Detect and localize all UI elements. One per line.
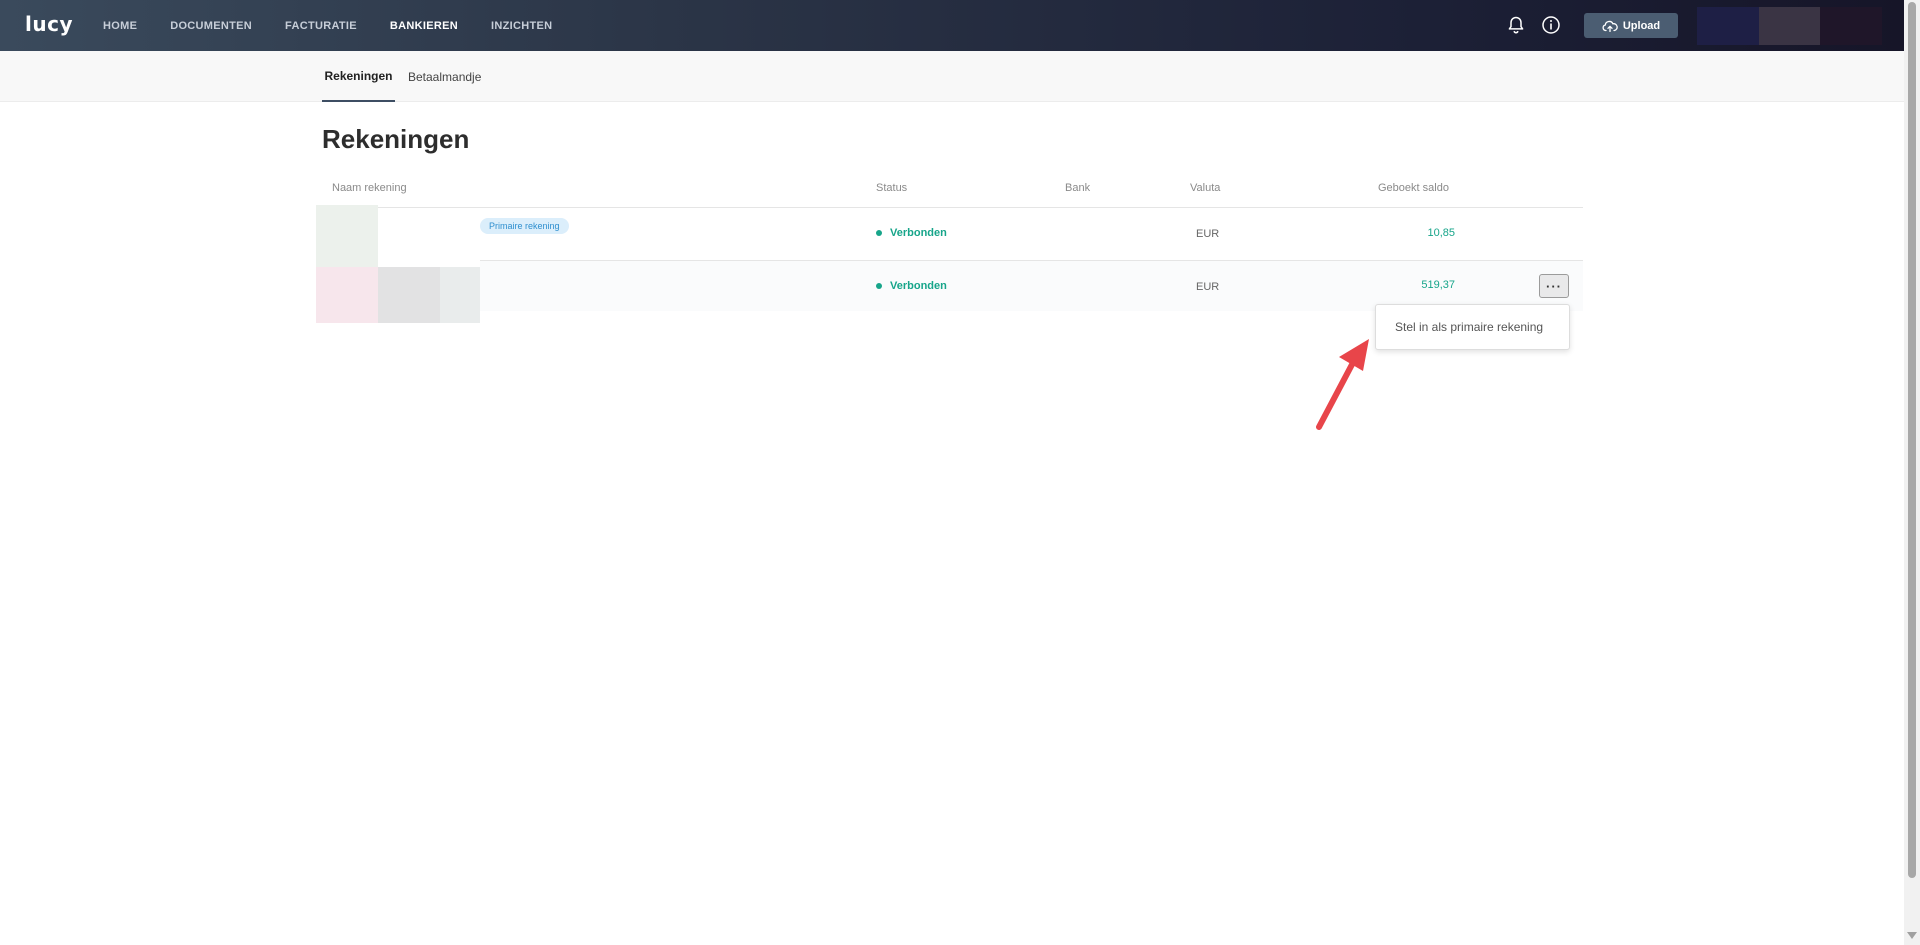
upload-button[interactable]: Upload — [1584, 13, 1678, 38]
sub-navigation: Rekeningen Betaalmandje — [0, 51, 1904, 102]
scroll-down-icon[interactable] — [1907, 932, 1917, 939]
tab-betaalmandje[interactable]: Betaalmandje — [408, 51, 481, 102]
more-actions-button[interactable]: ··· — [1539, 274, 1569, 298]
info-icon[interactable] — [1541, 15, 1561, 35]
nav-item-documenten[interactable]: DOCUMENTEN — [170, 20, 252, 32]
menu-item-set-primary[interactable]: Stel in als primaire rekening — [1395, 320, 1543, 334]
upload-label: Upload — [1622, 19, 1661, 32]
nav-item-home[interactable]: HOME — [103, 20, 137, 32]
nav-item-facturatie[interactable]: FACTURATIE — [285, 20, 357, 32]
page-title: Rekeningen — [322, 124, 470, 154]
scrollbar-thumb[interactable] — [1908, 2, 1916, 878]
redacted-account-name — [316, 267, 378, 323]
column-header-name: Naam rekening — [332, 182, 407, 194]
top-navigation-bar: lucy HOME DOCUMENTEN FACTURATIE BANKIERE… — [0, 0, 1904, 51]
dropdown-menu: Stel in als primaire rekening — [1375, 304, 1570, 350]
primary-account-badge: Primaire rekening — [480, 218, 569, 234]
cloud-upload-icon — [1602, 20, 1618, 32]
currency-cell: EUR — [1196, 228, 1220, 240]
column-header-status: Status — [876, 182, 908, 194]
column-header-currency: Valuta — [1190, 182, 1221, 194]
status-text: Verbonden — [890, 227, 947, 239]
redacted-account-name — [378, 267, 440, 323]
currency-cell: EUR — [1196, 281, 1220, 293]
balance-cell: 519,37 — [1421, 279, 1455, 291]
status-cell: Verbonden — [876, 280, 947, 292]
balance-cell: 10,85 — [1427, 227, 1455, 239]
status-text: Verbonden — [890, 280, 947, 292]
redacted-account-name — [440, 267, 480, 323]
nav-item-bankieren[interactable]: BANKIEREN — [390, 20, 458, 32]
user-account-area[interactable] — [1697, 7, 1883, 45]
scrollbar[interactable] — [1904, 0, 1920, 945]
nav-item-inzichten[interactable]: INZICHTEN — [491, 20, 552, 32]
redacted-account-name — [316, 205, 378, 267]
status-cell: Verbonden — [876, 227, 947, 239]
main-nav: HOME DOCUMENTEN FACTURATIE BANKIEREN INZ… — [103, 0, 585, 51]
annotation-arrow-icon — [1316, 339, 1369, 430]
redacted-block — [1697, 7, 1759, 45]
connected-dot-icon — [876, 283, 882, 289]
redacted-block — [1758, 7, 1821, 45]
bell-icon[interactable] — [1506, 15, 1526, 35]
column-header-bank: Bank — [1065, 182, 1091, 194]
column-header-balance: Geboekt saldo — [1378, 182, 1449, 194]
lucy-logo[interactable]: lucy — [25, 12, 73, 36]
connected-dot-icon — [876, 230, 882, 236]
divider — [322, 207, 1583, 208]
redacted-block — [1820, 7, 1883, 45]
tab-rekeningen[interactable]: Rekeningen — [322, 51, 395, 102]
